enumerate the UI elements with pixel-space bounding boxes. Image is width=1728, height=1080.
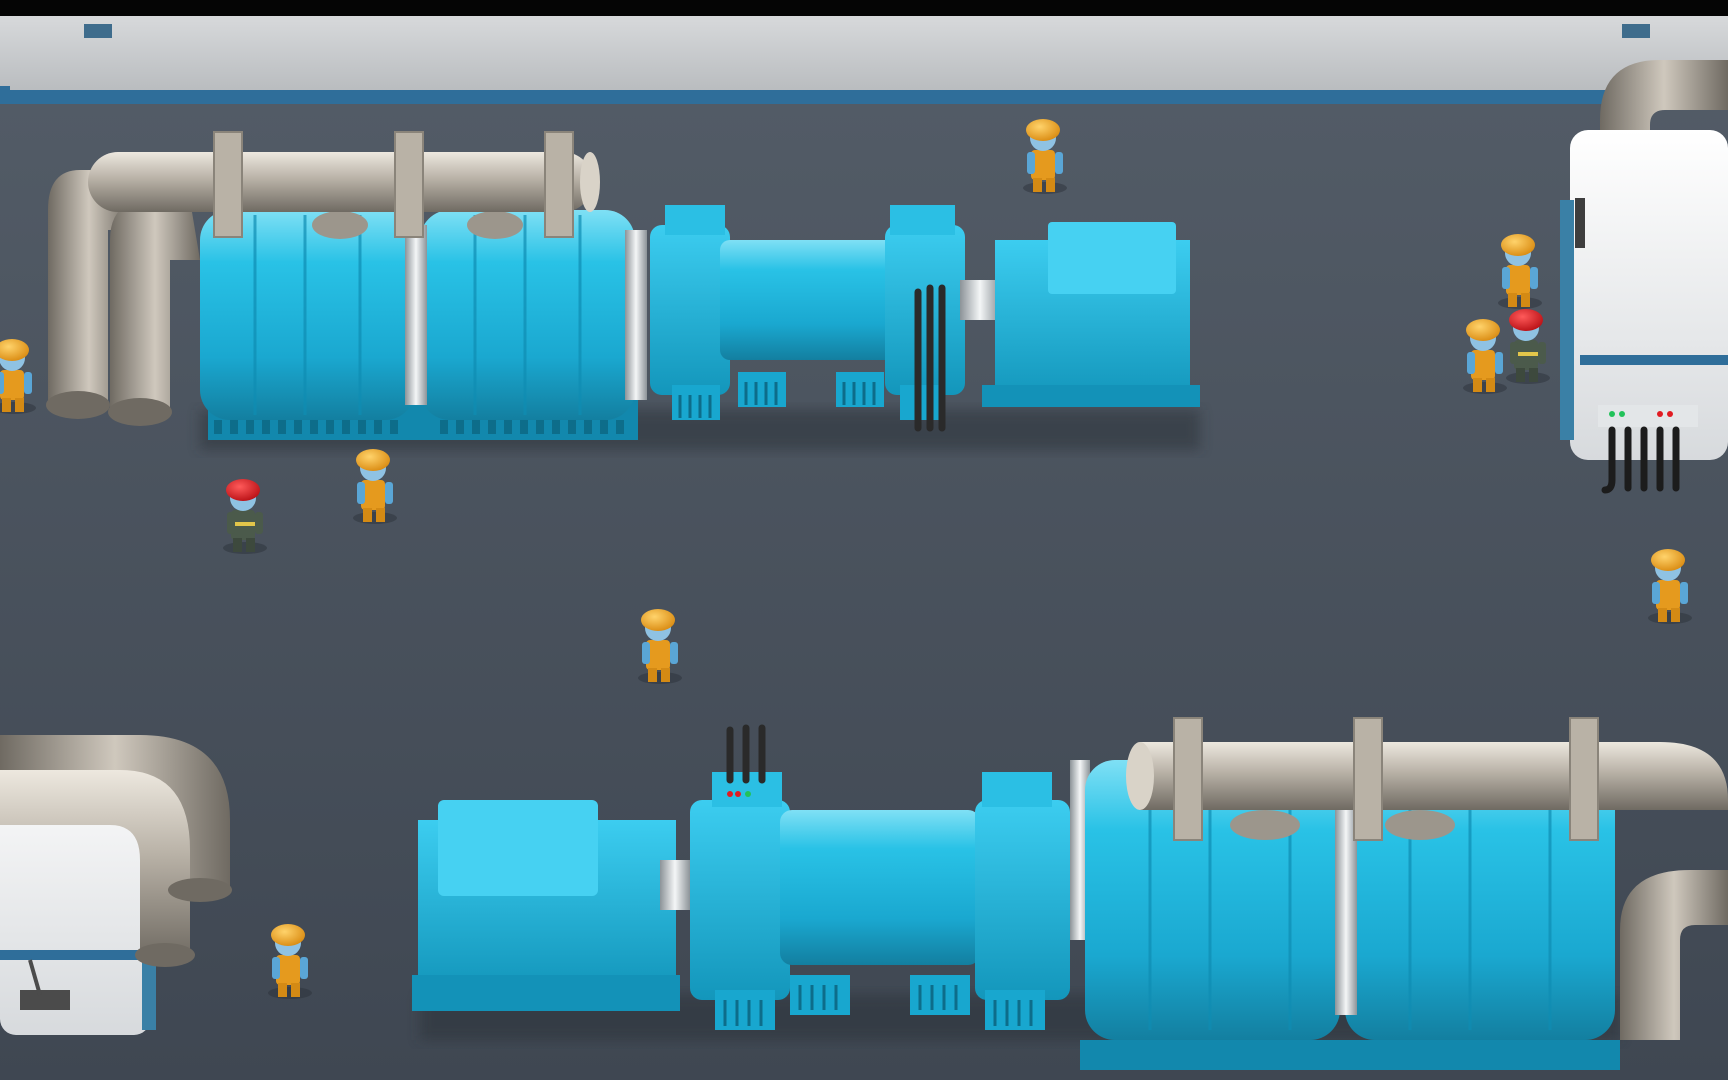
top-edge: [0, 0, 1728, 16]
power-plant-scene: [0, 0, 1728, 1080]
